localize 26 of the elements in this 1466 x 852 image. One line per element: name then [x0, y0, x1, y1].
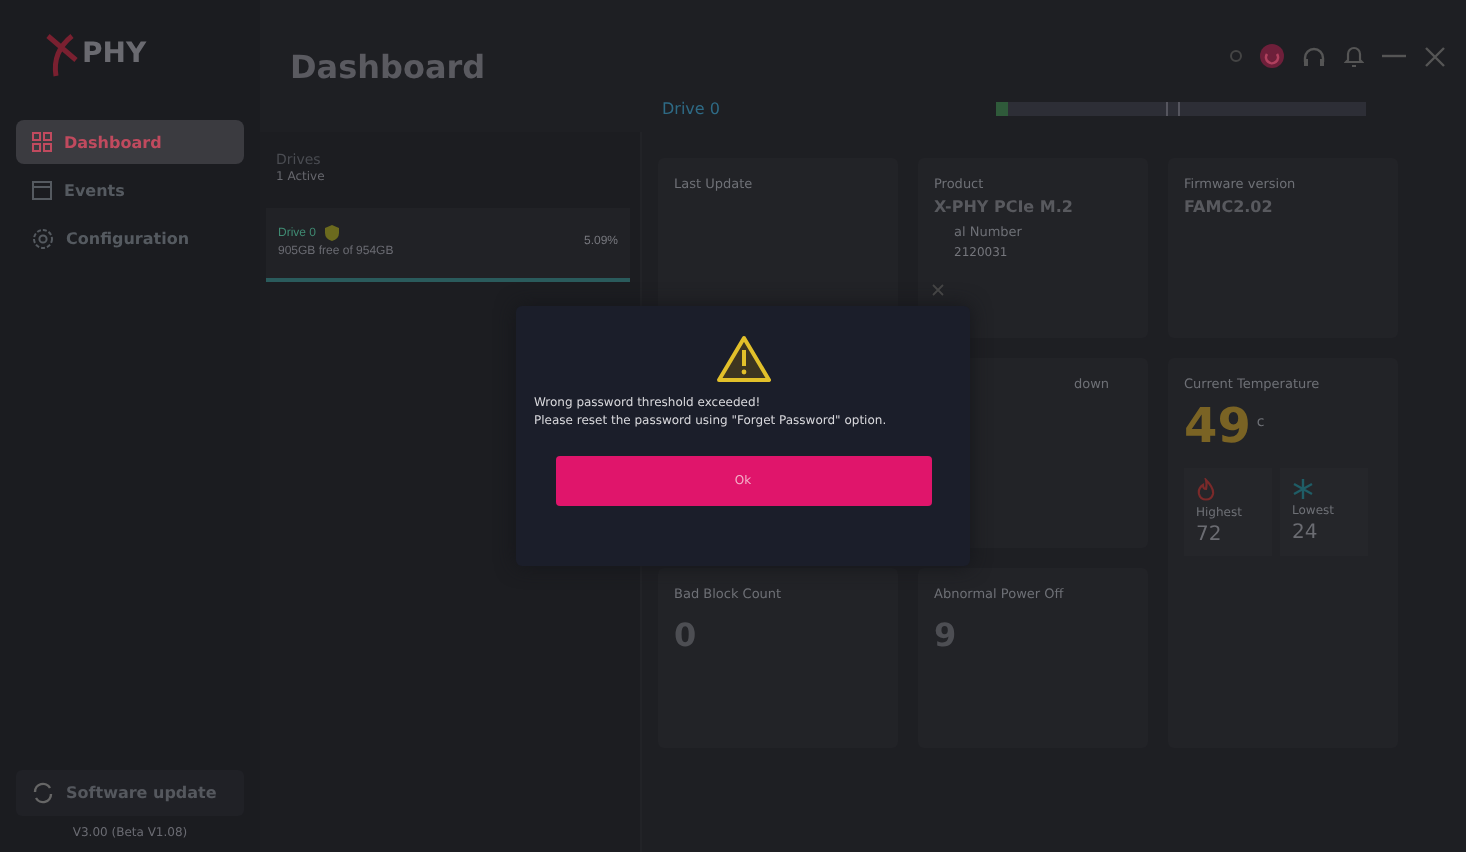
- drive-title: Drive 0: [662, 100, 720, 118]
- close-icon[interactable]: [932, 284, 944, 296]
- grid-icon: [32, 132, 52, 152]
- logo-mark-icon: [44, 28, 80, 80]
- headset-icon[interactable]: [1302, 45, 1326, 67]
- warning-icon: [715, 334, 771, 384]
- highest-value: 72: [1196, 524, 1222, 546]
- flame-icon: [1196, 478, 1216, 502]
- page-title: Dashboard: [290, 48, 486, 86]
- sidebar-item[interactable]: Events: [16, 168, 244, 212]
- lowest-value: 24: [1292, 522, 1318, 544]
- shield-icon: [324, 224, 341, 242]
- sidebar-item[interactable]: Dashboard: [16, 120, 244, 164]
- minimize-icon[interactable]: [1382, 54, 1406, 58]
- close-icon[interactable]: [1424, 45, 1446, 67]
- sidebar-item[interactable]: Configuration: [16, 216, 244, 262]
- calendar-icon: [32, 180, 52, 200]
- power-icon[interactable]: [1260, 44, 1284, 68]
- status-dot-icon: [1230, 50, 1242, 62]
- gear-icon: [32, 228, 54, 250]
- bell-icon[interactable]: [1344, 44, 1364, 68]
- snowflake-icon: [1292, 478, 1314, 500]
- software-update-button[interactable]: Software update: [16, 770, 244, 816]
- refresh-icon: [32, 782, 54, 804]
- temperature-value: 49: [1184, 398, 1251, 454]
- logo: PHY: [16, 28, 244, 80]
